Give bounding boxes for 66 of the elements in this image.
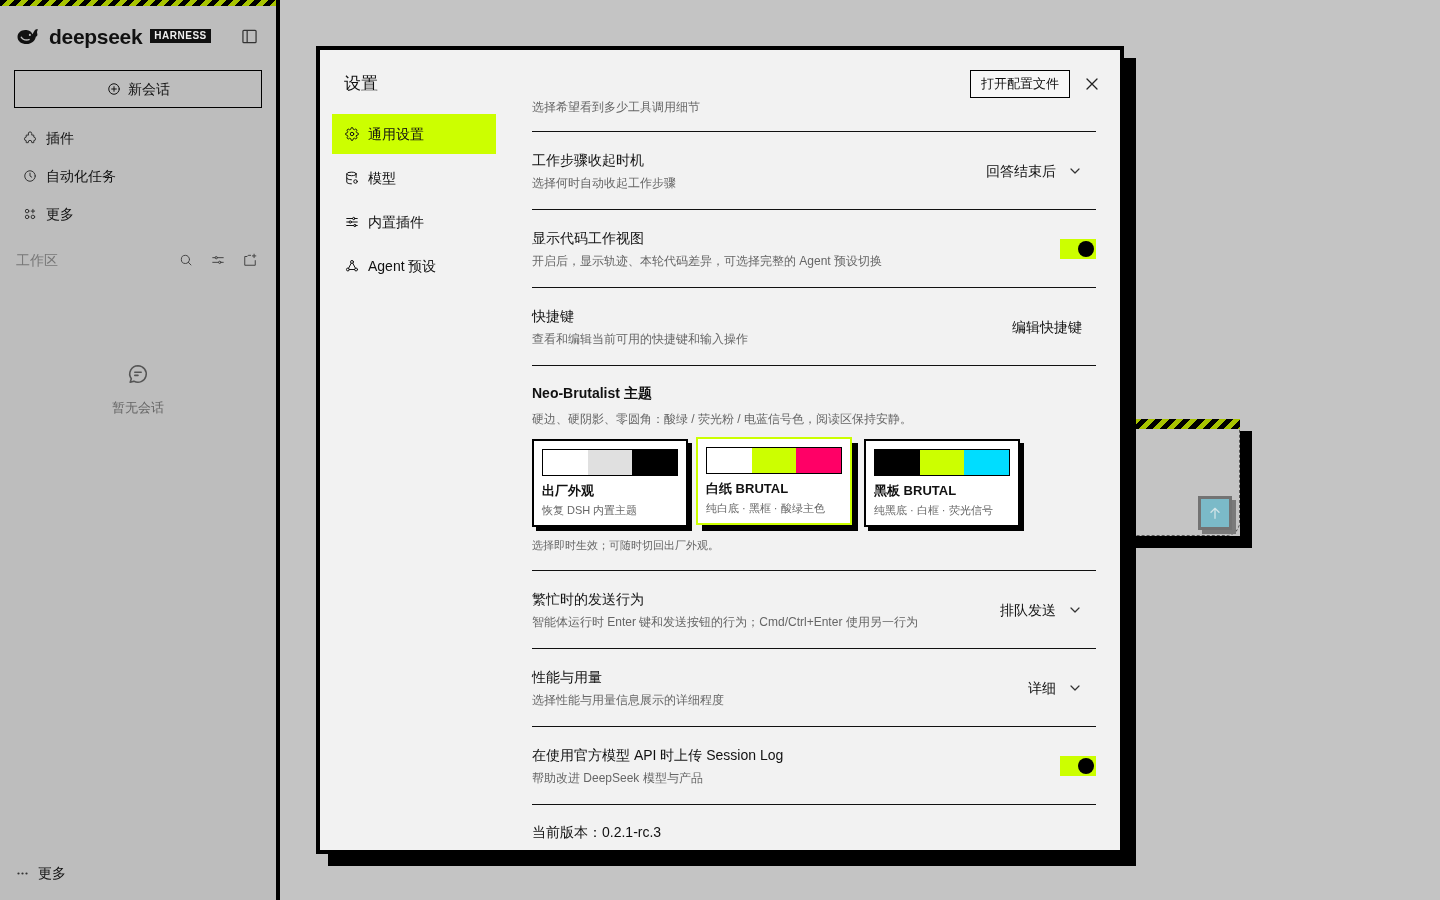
setting-title: 显示代码工作视图: [532, 229, 644, 248]
setting-description: 选择何时自动收起工作步骤: [532, 175, 676, 191]
sidebar-item[interactable]: 自动化任务: [8, 159, 268, 193]
sidebar-toggle-icon[interactable]: [242, 28, 257, 44]
toggle-switch[interactable]: [1060, 238, 1096, 259]
more-button[interactable]: 更多: [17, 863, 66, 883]
puzzle-icon: [23, 131, 37, 145]
setting-description: 帮助改进 DeepSeek 模型与产品: [532, 770, 703, 786]
search-icon[interactable]: [179, 253, 193, 267]
toggle-knob-icon: [1078, 240, 1094, 257]
setting-description: 选择希望看到多少工具调用细节: [532, 100, 700, 114]
theme-description: 纯黑底 · 白框 · 荧光信号: [874, 503, 993, 518]
setting-description: 开启后，显示轨迹、本轮代码差异，可选择完整的 Agent 预设切换: [532, 253, 883, 269]
sidebar-item[interactable]: 更多: [8, 197, 268, 231]
settings-nav-item[interactable]: 通用设置: [332, 114, 496, 154]
sidebar-item[interactable]: 插件: [8, 121, 268, 155]
logo-wordmark: deepseek: [49, 25, 143, 47]
select-dropdown[interactable]: 排队发送: [1000, 599, 1096, 620]
select-dropdown[interactable]: 回答结束后: [986, 160, 1096, 181]
setting-title: 性能与用量: [532, 668, 602, 687]
setting-title: 在使用官方模型 API 时上传 Session Log: [532, 746, 784, 765]
database-icon: [345, 171, 359, 185]
more-dots-icon: [17, 871, 28, 875]
theme-name: 白纸 BRUTAL: [706, 480, 789, 498]
toggle-knob-icon: [1078, 757, 1094, 774]
chevron-down-icon: [1070, 167, 1080, 174]
edit-shortcuts-button[interactable]: 编辑快捷键: [1012, 316, 1082, 337]
dialog-title: 设置: [343, 73, 378, 95]
theme-description: 恢复 DSH 内置主题: [542, 503, 638, 518]
chevron-down-icon: [1070, 684, 1080, 691]
chat-bubble-icon: [127, 363, 149, 385]
sliders-icon[interactable]: [211, 253, 225, 267]
section-note: 选择即时生效；可随时切回出厂外观。: [532, 538, 719, 553]
sliders-icon: [345, 215, 359, 229]
section-description: 硬边、硬阴影、零圆角：酸绿 / 荧光粉 / 电蓝信号色，阅读区保持安静。: [532, 411, 912, 427]
setting-title: 快捷键: [532, 307, 574, 326]
folder-plus-icon[interactable]: [243, 253, 257, 267]
theme-name: 出厂外观: [542, 482, 594, 500]
setting-description: 选择性能与用量信息展示的详细程度: [532, 692, 724, 708]
empty-state-text: 暂无会话: [112, 399, 164, 417]
whale-logo-icon: [16, 26, 39, 46]
theme-name: 黑板 BRUTAL: [874, 482, 957, 500]
setting-description: 查看和编辑当前可用的快捷键和输入操作: [532, 331, 748, 347]
clock-icon: [23, 169, 37, 183]
product-badge: HARNESS: [150, 29, 211, 43]
open-config-button[interactable]: 打开配置文件: [970, 70, 1070, 98]
gear-icon: [345, 127, 359, 141]
grid-plus-icon: [23, 207, 37, 221]
nodes-icon: [345, 259, 359, 273]
section-title: Neo-Brutalist 主题: [532, 384, 652, 403]
toggle-switch[interactable]: [1060, 755, 1096, 776]
settings-nav-item[interactable]: Agent 预设: [332, 246, 496, 286]
arrow-up-icon: [1207, 505, 1223, 521]
settings-nav-item[interactable]: 内置插件: [332, 202, 496, 242]
new-chat-button[interactable]: 新会话: [14, 70, 262, 108]
setting-title: 工作步骤收起时机: [532, 151, 644, 170]
theme-description: 纯白底 · 黑框 · 酸绿主色: [706, 501, 825, 516]
plus-circle-icon: [106, 82, 121, 96]
setting-description: 智能体运行时 Enter 键和发送按钮的行为；Cmd/Ctrl+Enter 使用另一行为: [532, 614, 918, 630]
section-label: 工作区: [16, 251, 58, 270]
select-dropdown[interactable]: 详细: [1028, 677, 1096, 698]
setting-title: 繁忙时的发送行为: [532, 590, 644, 609]
version-text: 当前版本：0.2.1-rc.3: [532, 823, 662, 842]
chevron-down-icon: [1070, 606, 1080, 613]
settings-nav-item[interactable]: 模型: [332, 158, 496, 198]
close-icon[interactable]: [1086, 78, 1098, 90]
